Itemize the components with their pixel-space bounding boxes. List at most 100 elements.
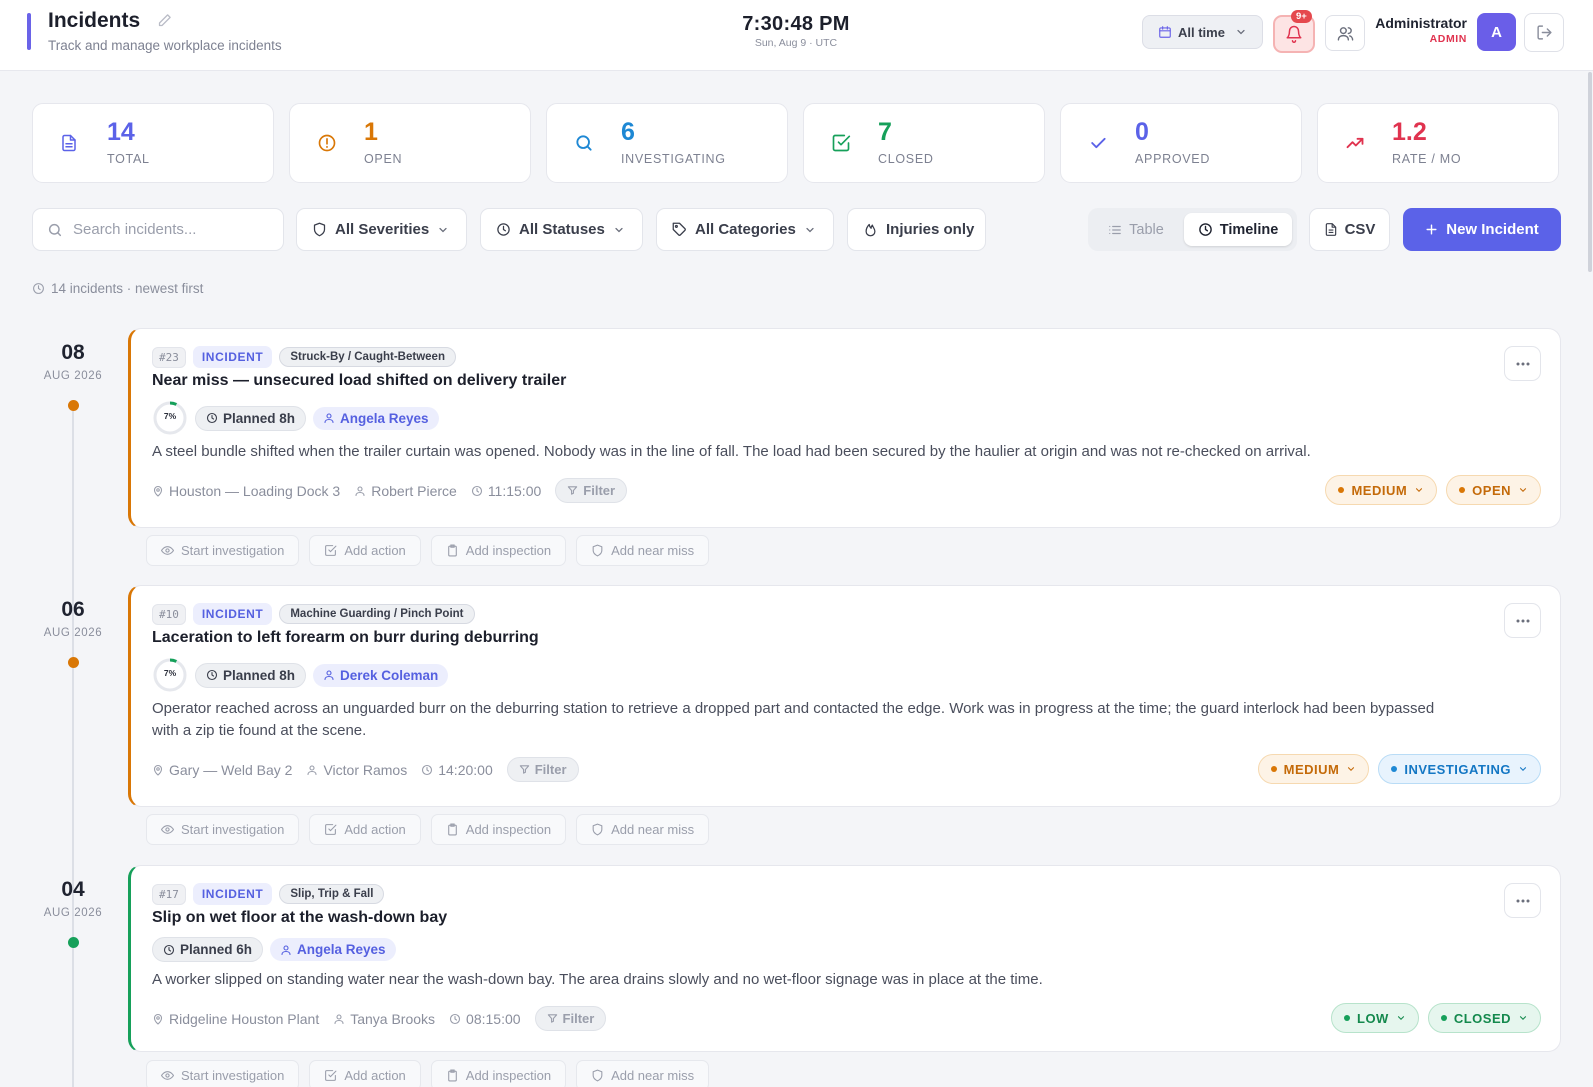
more-options-button[interactable] [1504, 346, 1541, 381]
add-action-button[interactable]: Add action [309, 535, 421, 566]
stat-card-approved[interactable]: 0 APPROVED [1060, 103, 1302, 183]
incident-card[interactable]: #10 INCIDENT Machine Guarding / Pinch Po… [128, 585, 1561, 807]
page-subtitle: Track and manage workplace incidents [48, 38, 282, 53]
clock-icon [496, 222, 511, 237]
logout-button[interactable] [1524, 13, 1564, 52]
stat-label: INVESTIGATING [621, 152, 726, 166]
add-inspection-button[interactable]: Add inspection [430, 535, 567, 566]
shield-icon [591, 823, 604, 836]
search-input[interactable] [73, 221, 263, 238]
new-incident-button[interactable]: New Incident [1403, 208, 1561, 251]
incident-category-tag: Machine Guarding / Pinch Point [279, 604, 475, 624]
severity-dropdown[interactable]: MEDIUM [1325, 475, 1438, 505]
timeline-day: 08 [61, 341, 85, 364]
status-pills: LOW CLOSED [1331, 1003, 1541, 1033]
status-filter-dropdown[interactable]: All Statuses [480, 208, 643, 251]
status-dropdown[interactable]: OPEN [1446, 475, 1541, 505]
chevron-down-icon [613, 224, 625, 236]
top-bar: Incidents Track and manage workplace inc… [0, 0, 1593, 71]
stat-card-total[interactable]: 14 TOTAL [32, 103, 274, 183]
incident-title[interactable]: Near miss — unsecured load shifted on de… [152, 372, 566, 390]
incident-id: #23 [152, 346, 186, 368]
severity-dropdown[interactable]: MEDIUM [1257, 754, 1370, 784]
view-table-button[interactable]: Table [1094, 213, 1178, 246]
incident-id: #10 [152, 603, 186, 625]
start-investigation-button[interactable]: Start investigation [146, 535, 300, 566]
assignee-chip[interactable]: Angela Reyes [270, 938, 396, 961]
add-near-miss-button[interactable]: Add near miss [576, 1060, 710, 1087]
date-range-dropdown[interactable]: All time [1142, 15, 1263, 49]
check-square-icon [831, 133, 851, 153]
severity-dropdown[interactable]: LOW [1331, 1003, 1419, 1033]
incident-chips: 7% Planned 8h Angela Reyes [152, 400, 439, 436]
timeline-month: AUG 2026 [43, 627, 103, 639]
search-icon [47, 222, 63, 238]
severity-filter-dropdown[interactable]: All Severities [296, 208, 467, 251]
filter-chip[interactable]: Filter [555, 478, 628, 503]
user-icon [280, 944, 292, 956]
time-meta: 11:15:00 [471, 483, 541, 499]
assignee-name: Angela Reyes [340, 410, 429, 426]
add-action-button[interactable]: Add action [309, 814, 421, 845]
assignee-chip[interactable]: Angela Reyes [313, 406, 439, 430]
quick-actions: Start investigation Add action Add inspe… [146, 1060, 710, 1087]
status-dropdown[interactable]: CLOSED [1427, 1003, 1541, 1033]
add-action-label: Add action [344, 822, 406, 837]
chevron-down-icon [1396, 1013, 1406, 1023]
incident-card[interactable]: #17 INCIDENT Slip, Trip & Fall Slip on w… [128, 865, 1561, 1052]
date-range-label: All time [1178, 24, 1225, 40]
search-box[interactable] [32, 208, 284, 251]
status-dropdown[interactable]: INVESTIGATING [1378, 754, 1541, 784]
add-inspection-button[interactable]: Add inspection [430, 1060, 567, 1087]
injuries-only-toggle[interactable]: Injuries only [847, 208, 986, 251]
incident-chips: Planned 6h Angela Reyes [152, 937, 396, 962]
title-accent-bar [27, 13, 31, 50]
reporter-text: Victor Ramos [323, 761, 408, 778]
page-scrollbar[interactable] [1588, 72, 1592, 272]
assignee-chip[interactable]: Derek Coleman [313, 663, 449, 687]
more-options-button[interactable] [1504, 603, 1541, 638]
start-investigation-label: Start investigation [181, 822, 285, 837]
incident-title[interactable]: Laceration to left forearm on burr durin… [152, 629, 539, 647]
status-filter-label: All Statuses [519, 221, 605, 238]
start-investigation-label: Start investigation [181, 1068, 285, 1083]
severity-dot [1344, 1015, 1350, 1021]
incident-description: Operator reached across an unguarded bur… [152, 700, 1435, 739]
document-icon [60, 133, 78, 153]
add-near-miss-button[interactable]: Add near miss [576, 535, 710, 566]
stat-card-rate[interactable]: 1.2 RATE / MO [1317, 103, 1559, 183]
start-investigation-button[interactable]: Start investigation [146, 1060, 300, 1087]
incident-title[interactable]: Slip on wet floor at the wash-down bay [152, 909, 447, 927]
incident-card[interactable]: #23 INCIDENT Struck-By / Caught-Between … [128, 328, 1561, 528]
view-timeline-button[interactable]: Timeline [1184, 213, 1292, 246]
filter-chip[interactable]: Filter [534, 1006, 607, 1031]
logout-icon [1536, 24, 1553, 41]
incident-category-tag: Slip, Trip & Fall [279, 884, 385, 904]
add-action-button[interactable]: Add action [309, 1060, 421, 1087]
start-investigation-button[interactable]: Start investigation [146, 814, 300, 845]
stat-card-investigating[interactable]: 6 INVESTIGATING [546, 103, 788, 183]
edit-pencil-icon[interactable] [157, 13, 172, 28]
csv-export-button[interactable]: CSV [1309, 208, 1390, 251]
timeline-month: AUG 2026 [43, 370, 103, 382]
stat-card-closed[interactable]: 7 CLOSED [803, 103, 1045, 183]
filter-chip[interactable]: Filter [506, 757, 579, 782]
chevron-down-icon [804, 224, 816, 236]
add-near-miss-button[interactable]: Add near miss [576, 814, 710, 845]
category-filter-dropdown[interactable]: All Categories [656, 208, 834, 251]
more-options-button[interactable] [1504, 883, 1541, 918]
add-inspection-label: Add inspection [465, 1068, 552, 1083]
filter-chip-label: Filter [534, 762, 567, 777]
eye-icon [161, 1069, 174, 1082]
planned-hours-chip: Planned 8h [195, 662, 307, 688]
user-icon [354, 485, 366, 497]
add-inspection-button[interactable]: Add inspection [430, 814, 567, 845]
reporter-meta: Tanya Brooks [333, 1011, 435, 1027]
status-label: OPEN [1472, 482, 1511, 498]
stat-card-open[interactable]: 1 OPEN [289, 103, 531, 183]
clock-icon [1198, 222, 1213, 237]
view-table-label: Table [1129, 221, 1164, 238]
avatar[interactable]: A [1477, 13, 1516, 51]
users-button[interactable] [1325, 15, 1365, 51]
more-horizontal-icon [1516, 362, 1530, 366]
